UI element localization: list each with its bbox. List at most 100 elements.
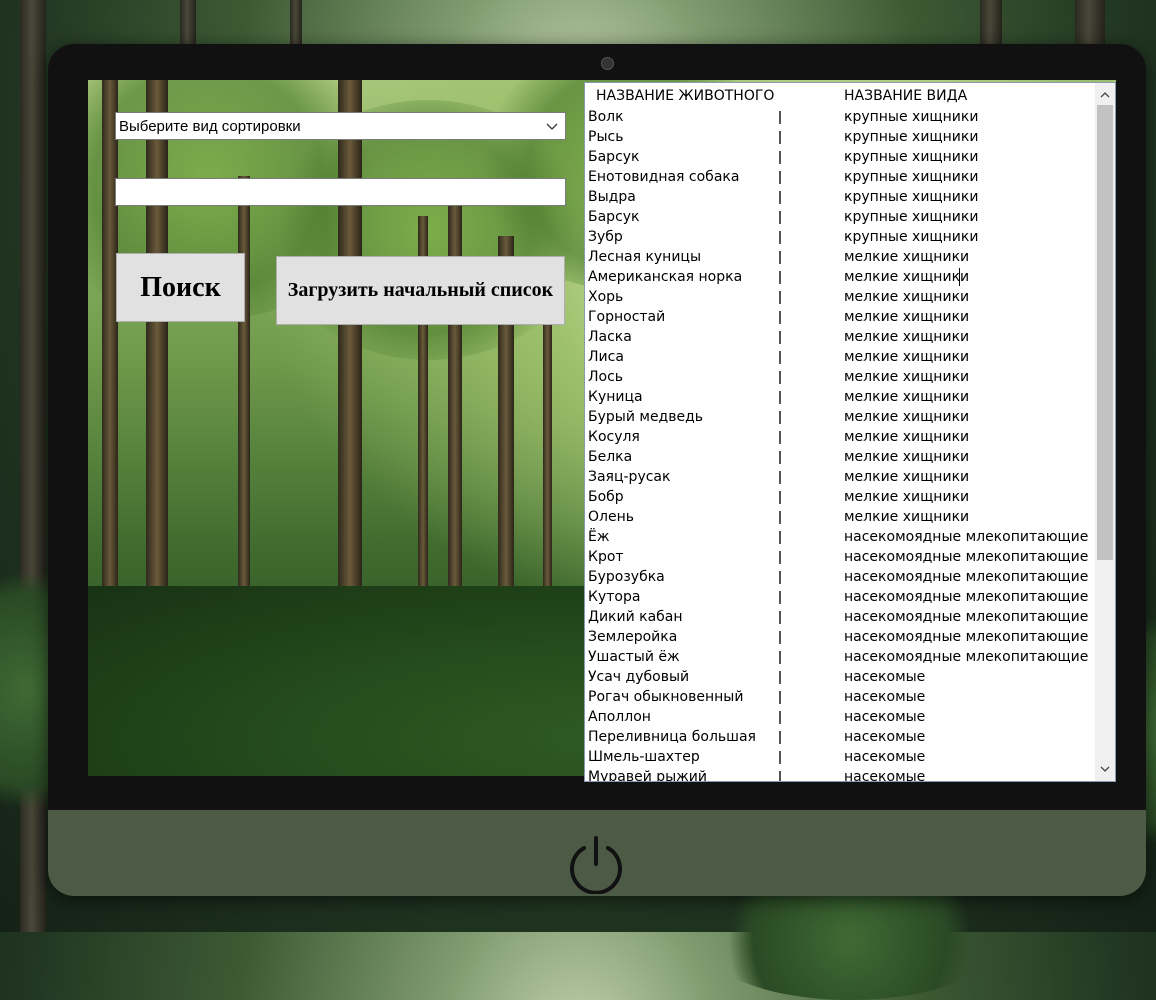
list-item[interactable]: Ласка мелкие хищники: [585, 327, 1093, 347]
animal-name: Переливница большая: [588, 729, 756, 745]
species-name: крупные хищники: [844, 129, 979, 145]
species-name: насекомоядные млекопитающие: [844, 649, 1089, 665]
column-separator: [779, 251, 781, 264]
chevron-down-icon[interactable]: [1095, 759, 1115, 779]
list-item[interactable]: Белка мелкие хищники: [585, 447, 1093, 467]
species-name: крупные хищники: [844, 209, 979, 225]
list-item[interactable]: Лиса мелкие хищники: [585, 347, 1093, 367]
animal-name: Бобр: [588, 489, 624, 505]
column-separator: [779, 431, 781, 444]
species-name: насекомоядные млекопитающие: [844, 549, 1089, 565]
list-item[interactable]: Выдра крупные хищники: [585, 187, 1093, 207]
species-name: крупные хищники: [844, 189, 979, 205]
list-item[interactable]: Енотовидная собака крупные хищники: [585, 167, 1093, 187]
list-item[interactable]: Горностай мелкие хищники: [585, 307, 1093, 327]
search-input[interactable]: [115, 178, 566, 206]
animal-name: Американская норка: [588, 269, 743, 285]
list-item[interactable]: Бобр мелкие хищники: [585, 487, 1093, 507]
animal-name: Косуля: [588, 429, 640, 445]
list-item[interactable]: Заяц-русак мелкие хищники: [585, 467, 1093, 487]
species-name: насекомые: [844, 689, 926, 705]
animal-name: Рысь: [588, 129, 624, 145]
list-item[interactable]: Шмель-шахтер насекомые: [585, 747, 1093, 767]
list-item[interactable]: Муравей рыжий насекомые: [585, 767, 1093, 782]
species-name: насекомые: [844, 769, 926, 782]
species-name: насекомоядные млекопитающие: [844, 589, 1089, 605]
list-item[interactable]: Волк крупные хищники: [585, 107, 1093, 127]
list-item[interactable]: Рогач обыкновенный насекомые: [585, 687, 1093, 707]
list-item[interactable]: Американская норка мелкие хищники: [585, 267, 1093, 287]
column-separator: [779, 351, 781, 364]
species-name: насекомые: [844, 709, 926, 725]
list-item[interactable]: Лесная куницы мелкие хищники: [585, 247, 1093, 267]
species-name: мелкие хищники: [844, 389, 970, 405]
species-name: мелкие хищники: [844, 429, 970, 445]
vertical-scrollbar[interactable]: [1095, 83, 1115, 781]
species-name: крупные хищники: [844, 109, 979, 125]
webcam: [601, 57, 614, 70]
column-separator: [779, 691, 781, 704]
list-item[interactable]: Кутора насекомоядные млекопитающие: [585, 587, 1093, 607]
animal-name: Зубр: [588, 229, 623, 245]
list-item[interactable]: Ушастый ёж насекомоядные млекопитающие: [585, 647, 1093, 667]
list-item[interactable]: Дикий кабан насекомоядные млекопитающие: [585, 607, 1093, 627]
sort-type-select[interactable]: Выберите вид сортировки: [115, 112, 566, 140]
animal-name: Волк: [588, 109, 624, 125]
species-name: насекомоядные млекопитающие: [844, 529, 1089, 545]
species-name: мелкие хищники: [844, 509, 970, 525]
list-item[interactable]: Барсук крупные хищники: [585, 147, 1093, 167]
header-animal-name: НАЗВАНИЕ ЖИВОТНОГО: [596, 88, 775, 104]
list-item[interactable]: Бурый медведь мелкие хищники: [585, 407, 1093, 427]
animal-name: Лиса: [588, 349, 624, 365]
list-item[interactable]: Олень мелкие хищники: [585, 507, 1093, 527]
sort-type-selected-label: Выберите вид сортировки: [119, 117, 301, 135]
column-separator: [779, 531, 781, 544]
species-name: мелкие хищники: [844, 289, 970, 305]
species-name: мелкие хищники: [844, 369, 970, 385]
chevron-up-icon[interactable]: [1095, 85, 1115, 105]
species-name: мелкие хищники: [844, 449, 970, 465]
list-item[interactable]: Усач дубовый насекомые: [585, 667, 1093, 687]
column-separator: [779, 631, 781, 644]
list-item[interactable]: Зубр крупные хищники: [585, 227, 1093, 247]
list-item[interactable]: Лось мелкие хищники: [585, 367, 1093, 387]
species-name: крупные хищники: [844, 229, 979, 245]
list-item[interactable]: Хорь мелкие хищники: [585, 287, 1093, 307]
animal-name: Лесная куницы: [588, 249, 702, 265]
animal-name: Барсук: [588, 209, 640, 225]
power-icon[interactable]: [566, 834, 626, 894]
list-item[interactable]: Косуля мелкие хищники: [585, 427, 1093, 447]
column-separator: [779, 471, 781, 484]
list-item[interactable]: Ёж насекомоядные млекопитающие: [585, 527, 1093, 547]
animal-name: Барсук: [588, 149, 640, 165]
list-item[interactable]: Аполлон насекомые: [585, 707, 1093, 727]
list-item[interactable]: Крот насекомоядные млекопитающие: [585, 547, 1093, 567]
column-separator: [779, 131, 781, 144]
animal-name: Муравей рыжий: [588, 769, 707, 782]
species-name: крупные хищники: [844, 149, 979, 165]
species-name: мелкие хищники: [844, 489, 970, 505]
animal-name: Землеройка: [588, 629, 678, 645]
list-item[interactable]: Куница мелкие хищники: [585, 387, 1093, 407]
list-item[interactable]: Рысь крупные хищники: [585, 127, 1093, 147]
column-separator: [779, 151, 781, 164]
animal-name: Ушастый ёж: [588, 649, 680, 665]
list-item[interactable]: Бурозубка насекомоядные млекопитающие: [585, 567, 1093, 587]
animal-name: Рогач обыкновенный: [588, 689, 744, 705]
animals-listbox[interactable]: НАЗВАНИЕ ЖИВОТНОГО НАЗВАНИЕ ВИДА Волк кру…: [584, 82, 1116, 782]
load-initial-list-button[interactable]: Загрузить начальный список: [276, 256, 565, 325]
list-item[interactable]: Переливница большая насекомые: [585, 727, 1093, 747]
list-rows: Волк крупные хищники Рысь крупные хищники Ба…: [585, 107, 1093, 782]
search-button[interactable]: Поиск: [116, 253, 245, 322]
column-separator: [779, 771, 781, 781]
animal-name: Горностай: [588, 309, 666, 325]
animal-name: Кутора: [588, 589, 641, 605]
scrollbar-thumb[interactable]: [1097, 105, 1113, 560]
animal-name: Хорь: [588, 289, 624, 305]
animal-name: Ласка: [588, 329, 632, 345]
list-item[interactable]: Землеройка насекомоядные млекопитающие: [585, 627, 1093, 647]
column-separator: [779, 751, 781, 764]
list-item[interactable]: Барсук крупные хищники: [585, 207, 1093, 227]
column-separator: [779, 311, 781, 324]
column-separator: [779, 331, 781, 344]
